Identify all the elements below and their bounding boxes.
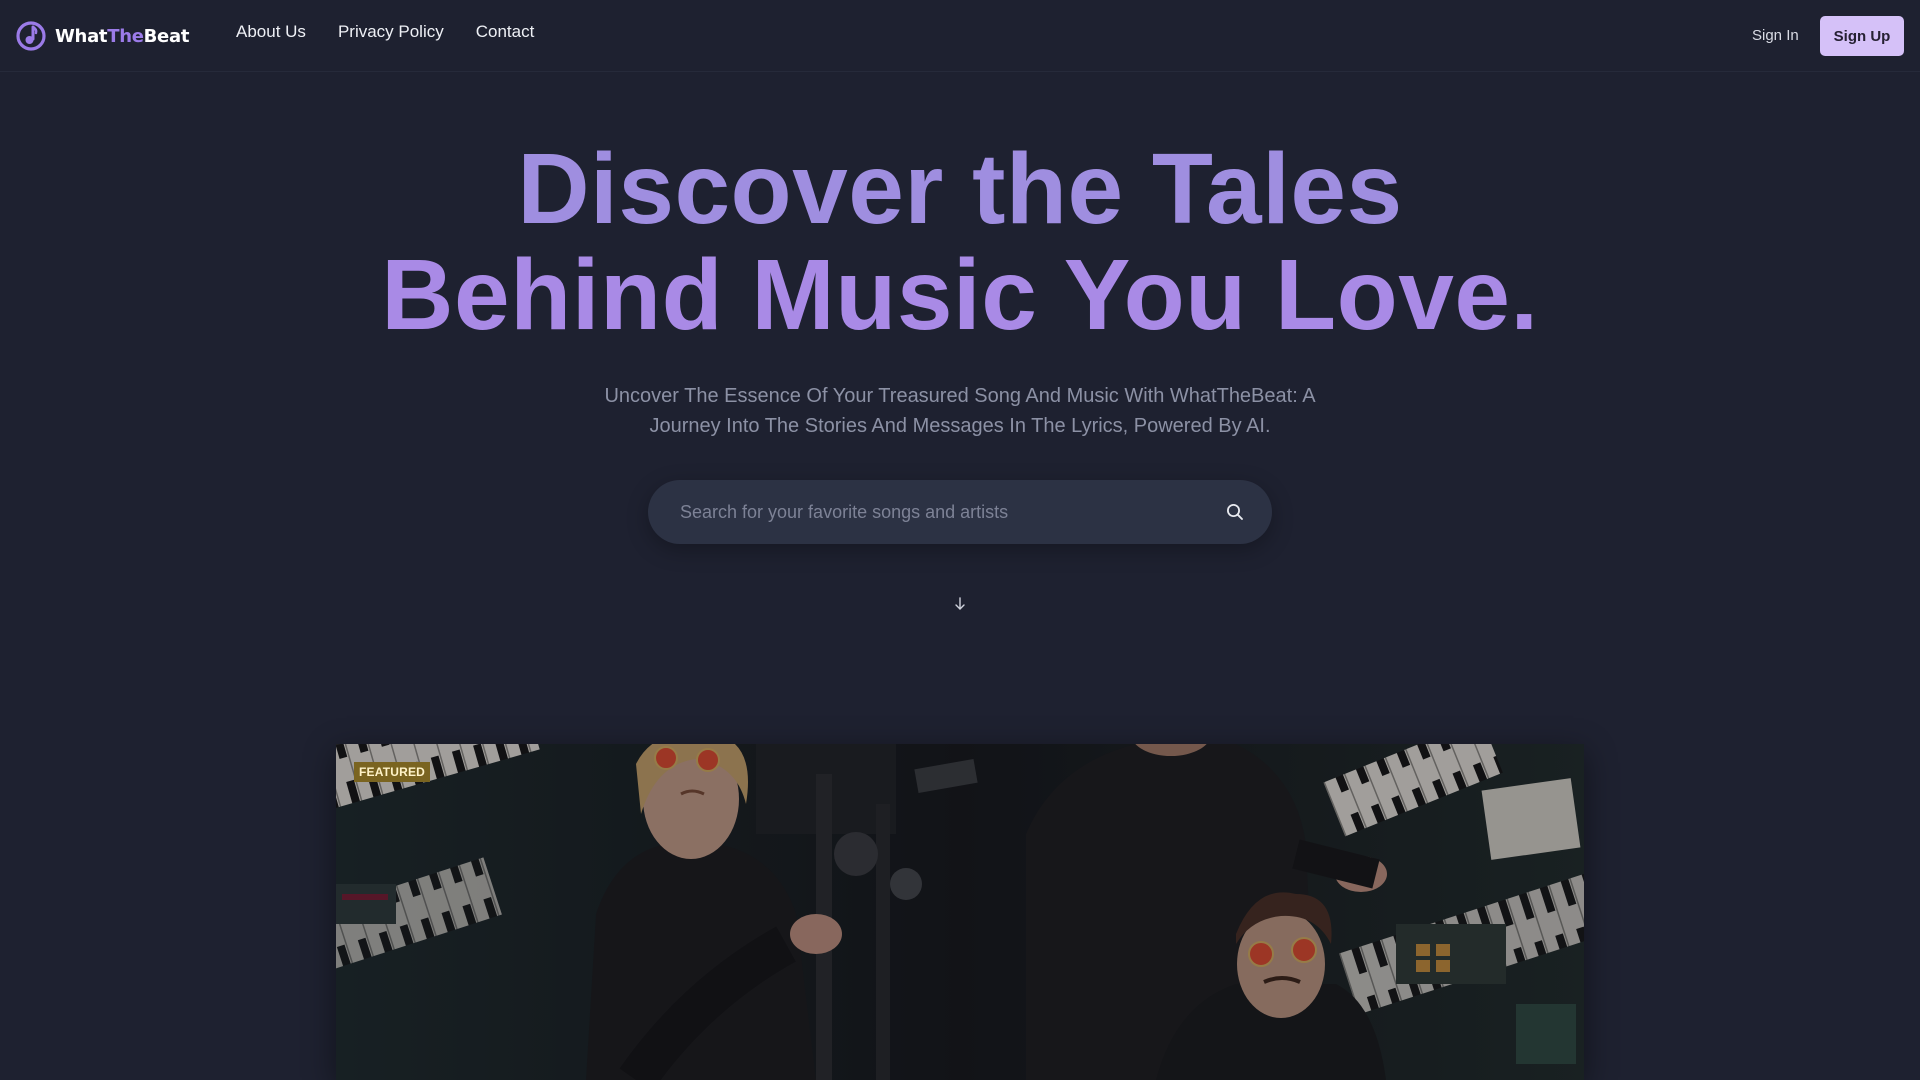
brand-name: WhatTheBeat bbox=[55, 25, 190, 47]
search-icon[interactable] bbox=[1225, 502, 1245, 522]
featured-badge: FEATURED bbox=[354, 762, 431, 782]
hero-subtitle-line-2: Journey Into The Stories And Messages In… bbox=[649, 415, 1271, 437]
nav-link-about-us[interactable]: About Us bbox=[236, 22, 306, 42]
arrow-down-icon[interactable] bbox=[952, 596, 968, 612]
nav-links: About Us Privacy Policy Contact bbox=[236, 22, 566, 42]
top-navigation: WhatTheBeat About Us Privacy Policy Cont… bbox=[0, 0, 1920, 72]
hero-title: Discover the Tales Behind Music You Love… bbox=[0, 136, 1920, 348]
music-note-logo-icon bbox=[16, 21, 46, 51]
nav-link-privacy-policy[interactable]: Privacy Policy bbox=[338, 22, 444, 42]
search-input[interactable] bbox=[680, 480, 1200, 544]
featured-card[interactable]: FEATURED bbox=[336, 744, 1584, 1080]
sign-up-button[interactable]: Sign Up bbox=[1820, 16, 1904, 56]
brand-logo[interactable]: WhatTheBeat bbox=[16, 20, 189, 52]
nav-link-contact[interactable]: Contact bbox=[476, 22, 535, 42]
search-bar bbox=[648, 480, 1272, 544]
hero-title-line-1: Discover the Tales bbox=[517, 133, 1403, 245]
hero-subtitle-line-1: Uncover The Essence Of Your Treasured So… bbox=[604, 385, 1316, 407]
hero-title-line-2: Behind Music You Love. bbox=[381, 239, 1539, 351]
hero-subtitle: Uncover The Essence Of Your Treasured So… bbox=[560, 381, 1360, 441]
featured-image bbox=[336, 744, 1584, 1080]
sign-in-link[interactable]: Sign In bbox=[1752, 27, 1799, 44]
